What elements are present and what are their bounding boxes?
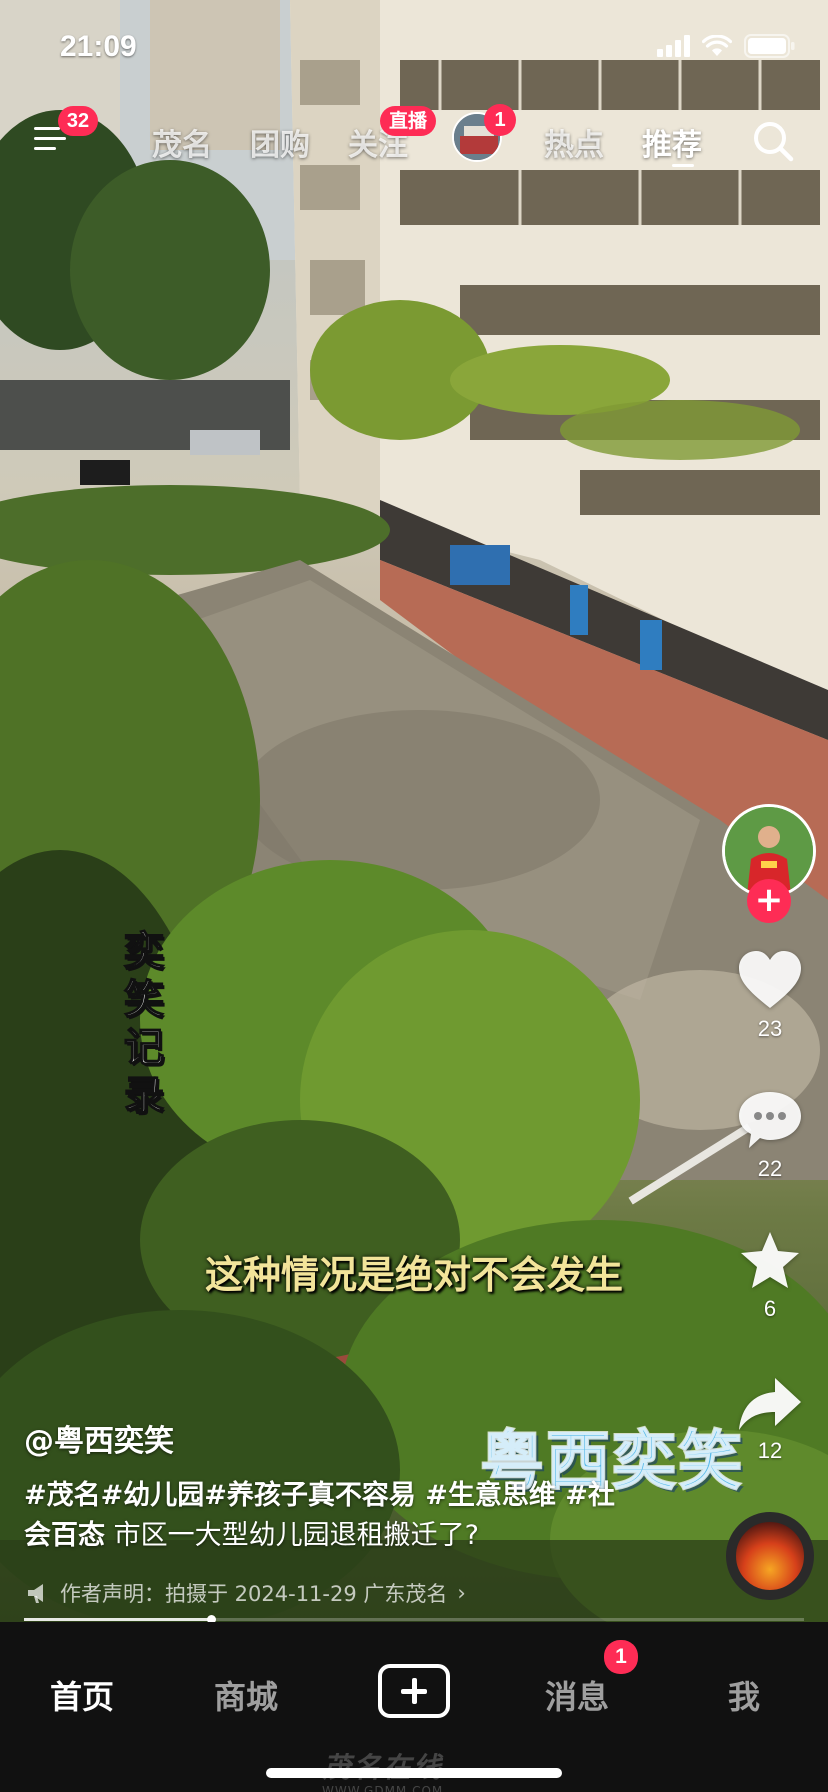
like-button[interactable]: 23 <box>722 950 818 1042</box>
messages-badge: 1 <box>604 1640 638 1674</box>
share-button[interactable]: 12 <box>722 1376 818 1464</box>
video-frame <box>0 0 828 1622</box>
video-player[interactable] <box>0 0 828 1622</box>
megaphone-icon <box>28 1584 43 1603</box>
video-progress-bar[interactable] <box>24 1615 804 1624</box>
heart-icon <box>739 951 801 1008</box>
tab-mall[interactable]: 商城 <box>214 1672 278 1718</box>
wifi-icon <box>702 35 732 57</box>
video-caption[interactable]: #茂名#幼儿园#养孩子真不容易 #生意思维 #社会百态 市区一大型幼儿园退租搬迁… <box>24 1476 634 1556</box>
author-name[interactable]: @粤西奕笑 <box>24 1416 174 1460</box>
tab-recommended[interactable]: 推荐 <box>642 120 702 164</box>
video-vertical-title: 奕笑记录 <box>123 928 165 1120</box>
top-navigation: 32 茂名 团购 关注 直播 1 热点 推荐 <box>0 104 828 178</box>
tab-messages[interactable]: 消息 <box>545 1672 609 1718</box>
author-declaration: 作者声明：拍摄于 2024-11-29 广东茂名 › <box>26 1578 466 1608</box>
live-avatar-badge: 1 <box>484 104 516 136</box>
home-indicator[interactable] <box>266 1768 562 1778</box>
tab-trending[interactable]: 热点 <box>544 120 604 164</box>
search-icon[interactable] <box>752 120 794 162</box>
share-count: 12 <box>757 1438 783 1463</box>
favorite-button[interactable]: 6 <box>722 1230 818 1322</box>
tab-maoming[interactable]: 茂名 <box>152 120 212 164</box>
favorite-count: 6 <box>763 1296 777 1321</box>
site-watermark-name: 茂名在线 <box>323 1746 443 1786</box>
menu-notification-badge: 32 <box>58 106 98 136</box>
status-icons <box>657 34 796 58</box>
site-watermark-url: WWW.GDMM.COM <box>322 1784 444 1792</box>
chevron-right-icon: › <box>457 1581 466 1605</box>
tab-me[interactable]: 我 <box>728 1672 760 1718</box>
cellular-signal-icon <box>657 35 690 57</box>
status-bar: 21:09 <box>0 0 828 100</box>
tab-home[interactable]: 首页 <box>50 1672 114 1718</box>
active-tab-indicator <box>672 164 694 167</box>
battery-icon <box>744 34 796 58</box>
video-subtitle: 这种情况是绝对不会发生 <box>204 1253 623 1297</box>
tab-group-buy[interactable]: 团购 <box>250 120 310 164</box>
declaration-text: 作者声明：拍摄于 2024-11-29 广东茂名 <box>60 1582 448 1606</box>
comment-button[interactable]: 22 <box>722 1090 818 1182</box>
follow-button[interactable]: + <box>747 879 791 923</box>
star-icon <box>741 1232 799 1288</box>
comment-count: 22 <box>757 1156 783 1181</box>
bottom-tab-bar: 首页 商城 消息 1 我 茂名在线 WWW.GDMM.COM <box>0 1622 828 1792</box>
live-badge[interactable]: 直播 <box>380 106 437 136</box>
music-disc[interactable] <box>726 1512 814 1600</box>
progress-fill <box>24 1618 212 1621</box>
status-time: 21:09 <box>60 30 137 63</box>
like-count: 23 <box>757 1016 783 1041</box>
caption-text: 市区一大型幼儿园退租搬迁了? <box>113 1520 479 1551</box>
share-icon <box>739 1378 801 1430</box>
create-button[interactable] <box>378 1664 450 1718</box>
comment-icon <box>739 1092 801 1148</box>
